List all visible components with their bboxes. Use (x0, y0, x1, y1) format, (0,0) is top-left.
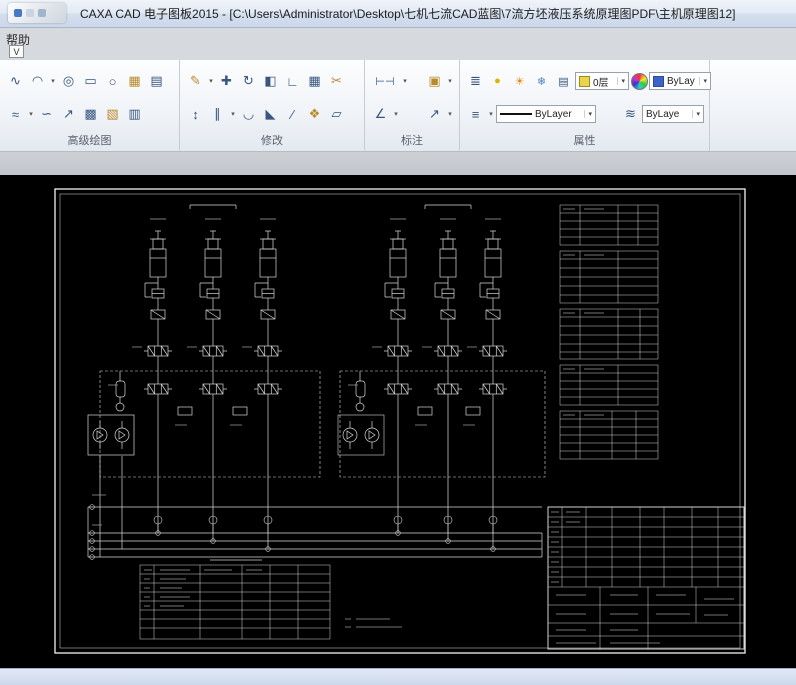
spec-tables (560, 205, 658, 459)
group-label-modify[interactable]: 修改 (180, 134, 364, 151)
erase-dropdown-caret[interactable]: ▾ (207, 77, 215, 85)
lineweight-icon[interactable]: ≡ (465, 104, 486, 125)
group-label-properties[interactable]: 属性 (460, 134, 709, 151)
ribbon-lower-strip (0, 152, 796, 175)
dim-style-icon[interactable]: ▣ (424, 71, 445, 92)
ellipse-icon[interactable]: ◎ (58, 71, 79, 92)
offset-icon[interactable]: ∥ (207, 104, 228, 125)
ribbon-group-modify: ✎ ▾ ✚ ↻ ◧ ∟ ▦ ✂ ↕ ∥ ▾ ◡ ◣ ∕ ❖ ▱ 修改 (180, 60, 365, 151)
angle-dropdown-caret[interactable]: ▾ (392, 110, 400, 118)
dimension-dropdown-caret[interactable]: ▾ (401, 77, 409, 85)
arc-dropdown-caret[interactable]: ▾ (49, 77, 57, 85)
title-block-text-marks (551, 512, 734, 643)
image-icon[interactable]: ▧ (102, 104, 123, 125)
group-label-dimension[interactable]: 标注 (365, 134, 459, 151)
trim-icon[interactable]: ✂ (326, 71, 347, 92)
arrow-icon[interactable]: ↗ (58, 104, 79, 125)
ribbon: ∿ ◠ ▾ ◎ ▭ ○ ▦ ▤ ≈ ▾ ∽ ↗ ▩ ▧ ▥ 高级绘图 (0, 60, 796, 152)
polyline-icon[interactable]: ∽ (36, 104, 57, 125)
junction-labels (154, 516, 497, 533)
drawing-canvas[interactable] (0, 175, 796, 668)
array-icon[interactable]: ▦ (304, 71, 325, 92)
scale-icon[interactable]: ∟ (282, 71, 303, 92)
layer-select[interactable]: 0层 ▾ (575, 72, 629, 90)
print-icon[interactable]: ▤ (553, 71, 574, 92)
break-icon[interactable]: ∕ (282, 104, 303, 125)
title-bar: CAXA CAD 电子图板2015 - [C:\Users\Administra… (0, 0, 796, 28)
chamfer-icon[interactable]: ◣ (260, 104, 281, 125)
sun-icon[interactable]: ☀ (509, 71, 530, 92)
leader-icon[interactable]: ↗ (424, 104, 445, 125)
library-icon[interactable]: ▤ (146, 71, 167, 92)
layer-color-chip (579, 76, 590, 87)
linetype-preview (500, 113, 532, 115)
erase-icon[interactable]: ✎ (185, 71, 206, 92)
color-chip (653, 76, 664, 87)
rectangle-icon[interactable]: ▭ (80, 71, 101, 92)
status-bar (0, 668, 796, 685)
ribbon-group-advanced-draw: ∿ ◠ ▾ ◎ ▭ ○ ▦ ▤ ≈ ▾ ∽ ↗ ▩ ▧ ▥ 高级绘图 (0, 60, 180, 151)
title-block (548, 507, 744, 649)
cad-drawing (0, 175, 796, 668)
window-title: CAXA CAD 电子图板2015 - [C:\Users\Administra… (80, 5, 735, 22)
color-select-value: ByLay (667, 76, 695, 87)
solid-icon[interactable]: ▩ (80, 104, 101, 125)
drawing-frame (55, 189, 745, 653)
angle-dimension-icon[interactable]: ∠ (370, 104, 391, 125)
bus-lines (88, 456, 542, 559)
linetype-select[interactable]: ByLayer ▾ (496, 105, 596, 123)
parts-table (140, 560, 330, 639)
spline-icon[interactable]: ∿ (5, 71, 26, 92)
layer-select-value: 0层 (593, 74, 609, 89)
arc-icon[interactable]: ◠ (27, 71, 48, 92)
rotate-icon[interactable]: ↻ (238, 71, 259, 92)
ribbon-filler (710, 60, 796, 151)
notes (345, 619, 402, 627)
wave-icon[interactable]: ≈ (5, 104, 26, 125)
hydraulic-circuit-right (338, 205, 545, 477)
version-dropdown-button[interactable]: V (9, 45, 24, 58)
color-select[interactable]: ByLay ▾ (649, 72, 711, 90)
offset-dropdown-caret[interactable]: ▾ (229, 110, 237, 118)
ribbon-group-dimension: ⊢⊣ ▾ ▣ ▾ ∠ ▾ ↗ ▾ 标注 (365, 60, 460, 151)
linetype-select-caret: ▾ (584, 110, 592, 118)
hatch-icon[interactable]: ≋ (620, 104, 641, 125)
table-text-marks (563, 209, 604, 415)
layer-select-caret: ▾ (617, 77, 625, 85)
freeze-icon[interactable]: ❄ (531, 71, 552, 92)
hydraulic-circuit-left (88, 205, 320, 477)
linetype-select-value: ByLayer (535, 109, 572, 120)
insert-table-icon[interactable]: ▥ (124, 104, 145, 125)
color-wheel-icon[interactable] (631, 73, 648, 90)
lineweight-dropdown-caret[interactable]: ▾ (487, 110, 495, 118)
lineweight-select-value: ByLaye (646, 109, 679, 120)
dimension-icon[interactable]: ⊢⊣ (370, 71, 400, 92)
edit-icon[interactable]: ▱ (326, 104, 347, 125)
parts-table-text-marks (144, 570, 262, 606)
menu-strip: 帮助 V (0, 28, 796, 60)
mirror-icon[interactable]: ◧ (260, 71, 281, 92)
dim-style-dropdown-caret[interactable]: ▾ (446, 77, 454, 85)
layers-icon[interactable]: ≣ (465, 71, 486, 92)
explode-icon[interactable]: ❖ (304, 104, 325, 125)
bulb-icon[interactable]: ● (487, 71, 508, 92)
circle-icon[interactable]: ○ (102, 71, 123, 92)
ribbon-group-properties: ≣ ● ☀ ❄ ▤ 0层 ▾ ByLay ▾ ≡ (460, 60, 710, 151)
stretch-icon[interactable]: ↕ (185, 104, 206, 125)
component-text-marks (92, 347, 477, 525)
group-label-advanced-draw[interactable]: 高级绘图 (0, 134, 179, 151)
app-icon (8, 3, 66, 23)
block-icon[interactable]: ▦ (124, 71, 145, 92)
fillet-icon[interactable]: ◡ (238, 104, 259, 125)
move-icon[interactable]: ✚ (216, 71, 237, 92)
lineweight-select-caret: ▾ (692, 110, 700, 118)
color-select-caret: ▾ (699, 77, 707, 85)
wave-dropdown-caret[interactable]: ▾ (27, 110, 35, 118)
leader-dropdown-caret[interactable]: ▾ (446, 110, 454, 118)
lineweight-select[interactable]: ByLaye ▾ (642, 105, 704, 123)
